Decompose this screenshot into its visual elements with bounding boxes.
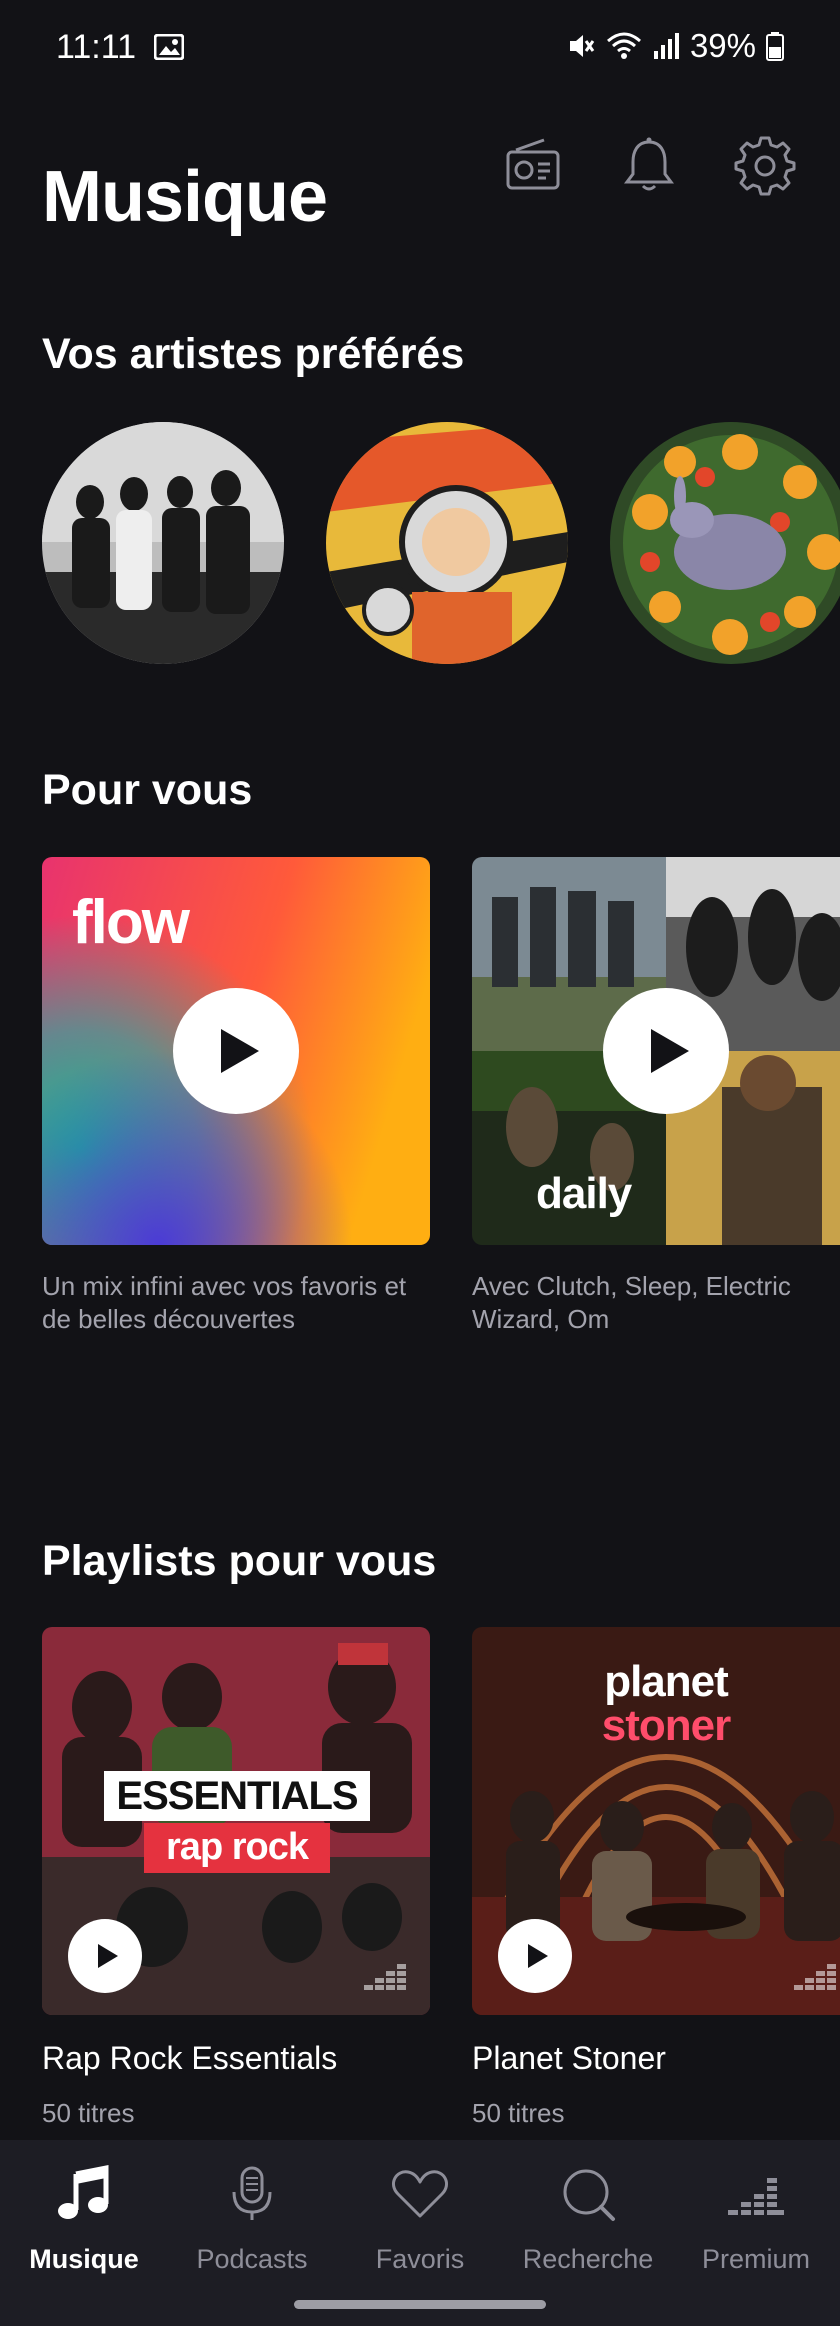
search-icon xyxy=(558,2164,618,2224)
nav-item-favoris[interactable]: Favoris xyxy=(336,2140,504,2290)
playlist-count-rap-rock: 50 titres xyxy=(42,2098,135,2128)
planet-cover-text: planet xyxy=(604,1657,729,1706)
signal-icon xyxy=(653,33,679,59)
play-icon xyxy=(97,1944,118,1968)
daily-play-button[interactable] xyxy=(603,988,729,1114)
play-icon xyxy=(527,1944,548,1968)
bottom-nav: Musique Podcasts Favoris Recherche Premi… xyxy=(0,2140,840,2326)
home-indicator[interactable] xyxy=(294,2300,546,2309)
daily-description: Avec Clutch, Sleep, Electric Wizard, Om xyxy=(472,1271,791,1334)
music-note-icon xyxy=(54,2164,114,2224)
equalizer-icon xyxy=(726,2164,786,2224)
flow-play-button[interactable] xyxy=(173,988,299,1114)
status-time: 11:11 xyxy=(56,28,137,66)
page-title: Musique xyxy=(42,157,328,237)
playlist-card-planet-stoner[interactable]: planet stoner xyxy=(472,1627,840,2015)
nav-item-recherche[interactable]: Recherche xyxy=(504,2140,672,2290)
gear-icon[interactable] xyxy=(734,134,796,196)
nav-label-recherche: Recherche xyxy=(522,2244,654,2274)
microphone-icon xyxy=(222,2164,282,2224)
deezer-bars-icon xyxy=(364,1964,406,1990)
nav-label-premium: Premium xyxy=(701,2244,810,2274)
artist-avatar-2[interactable] xyxy=(326,422,568,664)
mute-icon xyxy=(569,35,595,57)
artist-avatar-1[interactable] xyxy=(42,422,284,664)
playlist-card-rap-rock[interactable]: ESSENTIALS rap rock xyxy=(42,1627,430,2015)
battery-percent: 39% xyxy=(689,27,756,64)
nav-label-podcasts: Podcasts xyxy=(196,2244,308,2274)
status-icons: 39% xyxy=(566,26,784,66)
rap-rock-banner: rap rock xyxy=(144,1823,330,1873)
playlist-title-rap-rock[interactable]: Rap Rock Essentials xyxy=(42,2040,337,2077)
gallery-icon xyxy=(154,34,184,60)
planet-stoner-play-button[interactable] xyxy=(498,1919,572,1993)
daily-card[interactable]: daily xyxy=(472,857,840,1245)
stoner-cover-text: stoner xyxy=(601,1701,731,1750)
flow-card[interactable]: flow xyxy=(42,857,430,1245)
nav-label-musique: Musique xyxy=(29,2244,139,2274)
for-you-title: Pour vous xyxy=(42,766,253,814)
bell-icon[interactable] xyxy=(618,134,680,196)
play-icon xyxy=(651,1029,689,1073)
essentials-banner: ESSENTIALS xyxy=(104,1771,370,1821)
playlist-count-planet-stoner: 50 titres xyxy=(472,2098,565,2128)
flow-description: Un mix infini avec vos favoris et de bel… xyxy=(42,1271,407,1334)
nav-label-favoris: Favoris xyxy=(375,2244,465,2274)
app-screen: 11:11 39% Musique Vos artistes préférés … xyxy=(0,0,840,2326)
playlist-title-planet-stoner[interactable]: Planet Stoner xyxy=(472,2040,666,2077)
status-bar: 11:11 39% xyxy=(0,0,840,100)
battery-icon xyxy=(766,32,784,61)
favorite-artists-title: Vos artistes préférés xyxy=(42,330,465,378)
rap-rock-play-button[interactable] xyxy=(68,1919,142,1993)
nav-item-podcasts[interactable]: Podcasts xyxy=(168,2140,336,2290)
nav-item-premium[interactable]: Premium xyxy=(672,2140,840,2290)
radio-icon[interactable] xyxy=(502,134,564,196)
deezer-bars-icon xyxy=(794,1964,836,1990)
heart-icon xyxy=(390,2164,450,2224)
artist-avatar-3[interactable] xyxy=(610,422,840,664)
wifi-icon xyxy=(606,32,641,59)
daily-label: daily xyxy=(536,1169,632,1218)
play-icon xyxy=(221,1029,259,1073)
flow-label: flow xyxy=(72,888,190,957)
playlists-title: Playlists pour vous xyxy=(42,1537,437,1585)
nav-item-musique[interactable]: Musique xyxy=(0,2140,168,2290)
